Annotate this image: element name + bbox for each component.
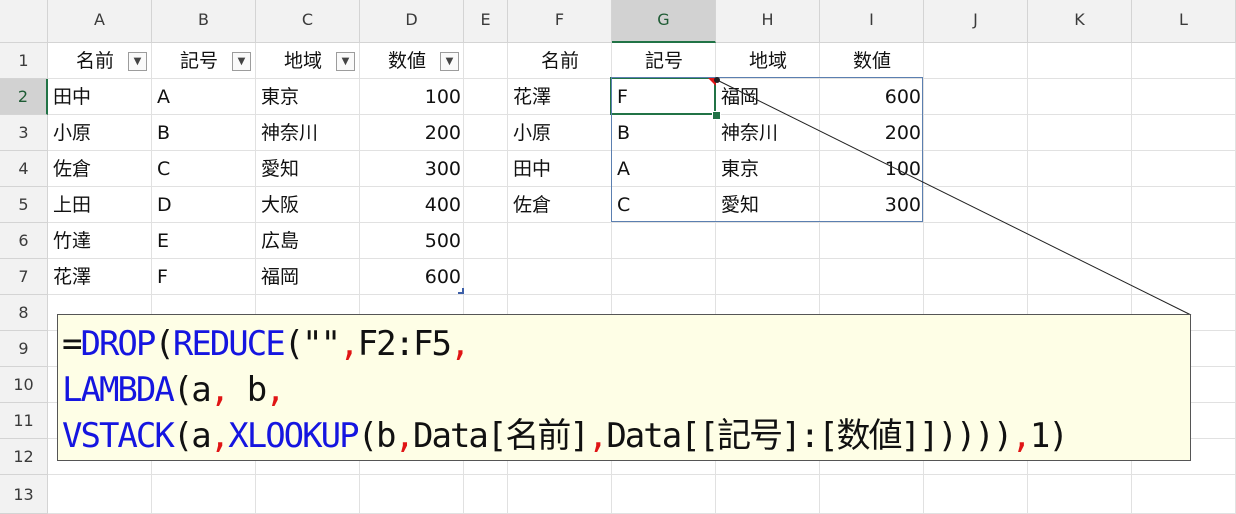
formula-line-1: =DROP(REDUCE("",F2:F5,: [62, 324, 470, 364]
spreadsheet[interactable]: ABCDEFGHIJKL 1 2 3 4 5 6 7 8 9 10 11 12 13 名前 ▼ 記号 ▼ 地域 ▼…: [0, 0, 1236, 514]
formula-comment-box[interactable]: =DROP(REDUCE("",F2:F5, LAMBDA(a, b, VSTA…: [57, 314, 1191, 461]
formula-line-2: LAMBDA(a, b,: [62, 370, 286, 410]
formula-line-3: VSTACK(a,XLOOKUP(b,Data[名前],Data[[記号]:[数…: [62, 416, 1069, 456]
